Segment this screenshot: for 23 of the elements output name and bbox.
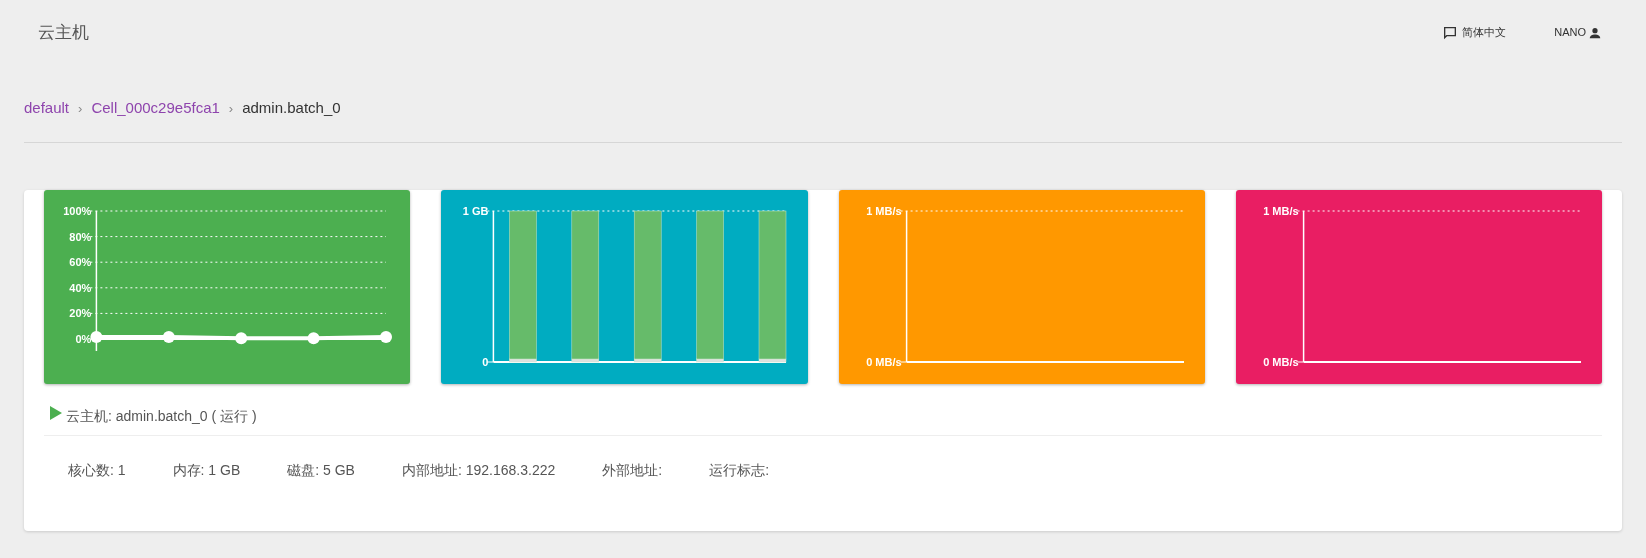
spec-text: 磁盘: 5 GB bbox=[287, 460, 355, 480]
tick-label: 0 MB/s bbox=[865, 355, 902, 368]
tick-label: 80% bbox=[69, 230, 92, 243]
tick-label: 100% bbox=[63, 204, 92, 217]
breadcrumb-separator: › bbox=[78, 99, 83, 118]
spec-text: 运行标志: bbox=[709, 460, 770, 480]
spec-text: 内部地址: 192.168.3.222 bbox=[401, 460, 556, 480]
spec-text: 内存: 1 GB bbox=[172, 460, 241, 480]
tick-label: 1 GB bbox=[462, 204, 489, 217]
breadcrumb-current: admin.batch_0 bbox=[242, 98, 341, 118]
tick-label: 60% bbox=[69, 255, 92, 268]
tick-label: 0 MB/s bbox=[1262, 355, 1299, 368]
page-title: 云主机 bbox=[38, 21, 89, 44]
instance-title: 云主机: admin.batch_0 ( 运行 ) bbox=[66, 406, 257, 426]
tick-label: 0 bbox=[482, 355, 489, 368]
tick-label: 1 MB/s bbox=[865, 204, 902, 217]
breadcrumb-separator: › bbox=[228, 99, 234, 118]
tick-label: 40% bbox=[69, 281, 92, 294]
spec-text: 核心数: 1 bbox=[68, 460, 126, 480]
spec-text: 外部地址: bbox=[602, 460, 663, 480]
tick-label: 1 MB/s bbox=[1262, 204, 1299, 217]
tick-label: 20% bbox=[69, 306, 92, 319]
tick-label: 0% bbox=[75, 332, 92, 345]
